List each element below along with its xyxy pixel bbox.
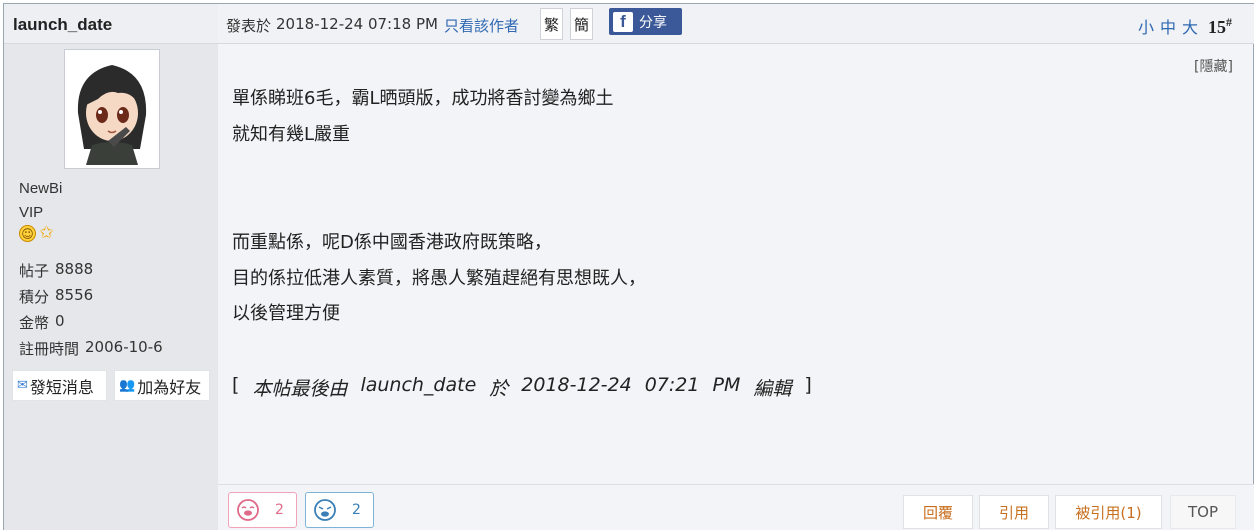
posted-prefix: 發表於 xyxy=(226,17,272,35)
edit-note: [ 本帖最後由 launch_date 於 2018-12-24 07:21 P… xyxy=(232,374,812,401)
font-medium-link[interactable]: 中 xyxy=(1160,14,1180,38)
edit-note-open: [ xyxy=(232,374,240,396)
hide-link[interactable]: [隱藏] xyxy=(1194,56,1233,76)
facebook-share-button[interactable]: f 分享 xyxy=(609,8,682,35)
avatar-image xyxy=(68,53,156,165)
post-line: 單係睇班6毛，霸L晒頭版，成功將香討變為鄉土 xyxy=(232,88,614,109)
stat-points-value: 8556 xyxy=(55,286,94,304)
avatar[interactable] xyxy=(64,49,160,169)
smile-icon: ☺ xyxy=(19,225,36,242)
traditional-button[interactable]: 繁 xyxy=(540,8,563,40)
add-friend-label: 加為好友 xyxy=(137,377,202,397)
author-badges: ☺ ✩ xyxy=(19,225,55,242)
stat-registered: 註冊時間 2006-10-6 xyxy=(19,338,163,359)
author-header: launch_date xyxy=(4,4,218,44)
author-rank: VIP xyxy=(19,204,44,221)
post-line: 就知有幾L嚴重 xyxy=(232,124,351,145)
share-label: 分享 xyxy=(639,14,667,31)
stat-points-label: 積分 xyxy=(19,288,50,306)
edit-note-date: 2018-12-24 xyxy=(521,374,632,396)
font-size-switcher: 小 中 大 xyxy=(1138,14,1202,38)
posted-info: 發表於 2018-12-24 07:18 PM xyxy=(226,15,438,36)
stat-coins-value: 0 xyxy=(55,312,65,330)
font-small-link[interactable]: 小 xyxy=(1138,14,1158,38)
stat-coins: 金幣 0 xyxy=(19,312,65,333)
sad-pig-icon xyxy=(314,499,336,521)
simplified-button[interactable]: 簡 xyxy=(570,8,593,40)
envelope-icon: ✉ xyxy=(17,378,28,393)
post-line: 以後管理方便 xyxy=(232,303,340,324)
like-reaction-button[interactable]: 2 xyxy=(228,492,297,528)
author-group: NewBi xyxy=(19,180,63,197)
facebook-icon: f xyxy=(613,11,633,32)
post-line: 目的係拉低港人素質，將愚人繁殖趕絕有思想既人， xyxy=(232,268,646,289)
edit-note-at: 於 xyxy=(489,378,509,400)
edit-note-action: 編輯 xyxy=(753,378,792,400)
edit-note-prefix: 本帖最後由 xyxy=(252,378,348,400)
edit-note-editor: launch_date xyxy=(360,374,477,396)
stat-coins-label: 金幣 xyxy=(19,314,50,332)
author-username[interactable]: launch_date xyxy=(13,15,112,35)
dislike-count: 2 xyxy=(352,502,361,518)
post-header: 發表於 2018-12-24 07:18 PM 只看該作者 繁 簡 f 分享 小… xyxy=(218,4,1254,44)
quoted-by-button[interactable]: 被引用(1) xyxy=(1055,495,1162,529)
reply-button[interactable]: 回覆 xyxy=(903,495,973,529)
add-friend-button[interactable]: 👥 加為好友 xyxy=(114,370,210,401)
dislike-reaction-button[interactable]: 2 xyxy=(305,492,374,528)
send-message-label: 發短消息 xyxy=(29,377,94,397)
posted-time: 2018-12-24 07:18 PM xyxy=(276,15,438,33)
stat-points: 積分 8556 xyxy=(19,286,93,307)
like-count: 2 xyxy=(275,502,284,518)
edit-note-close: ] xyxy=(804,374,812,396)
post-frame: launch_date NewBi VIP ☺ ✩ 帖子 8888 積分 855… xyxy=(3,3,1254,530)
floor-number[interactable]: 15# xyxy=(1208,15,1232,38)
post-line: 而重點係，呢D係中國香港政府既策略， xyxy=(232,232,552,253)
top-button[interactable]: TOP xyxy=(1170,495,1236,529)
stat-registered-label: 註冊時間 xyxy=(19,340,80,358)
only-author-link[interactable]: 只看該作者 xyxy=(444,15,519,36)
happy-pig-icon xyxy=(237,499,259,521)
author-sidebar: launch_date NewBi VIP ☺ ✩ 帖子 8888 積分 855… xyxy=(4,4,218,530)
edit-note-ampm: PM xyxy=(712,374,741,396)
quote-button[interactable]: 引用 xyxy=(979,495,1049,529)
stat-posts: 帖子 8888 xyxy=(19,260,93,281)
stat-registered-value: 2006-10-6 xyxy=(85,338,163,356)
send-message-button[interactable]: ✉ 發短消息 xyxy=(12,370,107,401)
star-icon: ✩ xyxy=(39,223,54,243)
font-large-link[interactable]: 大 xyxy=(1182,14,1202,38)
friends-icon: 👥 xyxy=(119,378,136,393)
stat-posts-value[interactable]: 8888 xyxy=(55,260,93,281)
stat-posts-label: 帖子 xyxy=(19,262,50,280)
edit-note-time: 07:21 xyxy=(644,374,700,396)
